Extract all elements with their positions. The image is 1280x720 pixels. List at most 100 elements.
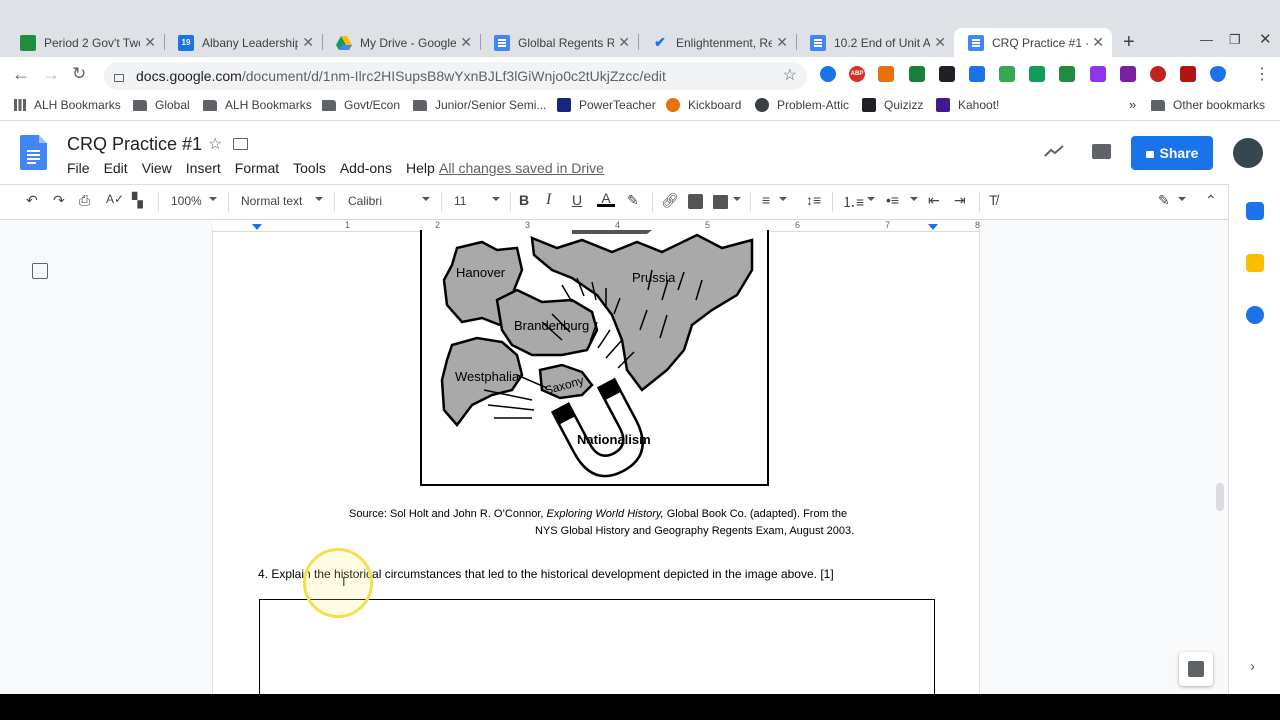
answer-box[interactable] xyxy=(259,599,935,694)
close-icon[interactable]: ✕ xyxy=(934,34,946,51)
menu-format[interactable]: Format xyxy=(235,160,279,176)
extension-icon[interactable] xyxy=(1029,66,1045,82)
outline-icon[interactable] xyxy=(32,263,48,279)
share-button[interactable]: Share xyxy=(1131,136,1213,170)
bookmark-global[interactable]: Global xyxy=(133,98,190,112)
extension-icon[interactable] xyxy=(1150,66,1166,82)
menu-insert[interactable]: Insert xyxy=(186,160,221,176)
comments-icon[interactable] xyxy=(1092,144,1111,159)
bulleted-list-icon[interactable]: •≡ xyxy=(886,192,899,208)
address-bar[interactable]: docs.google.com/document/d/1nm-Ilrc2HISu… xyxy=(104,62,807,90)
spellcheck-icon[interactable]: A✓ xyxy=(106,192,124,206)
extension-icon[interactable] xyxy=(909,66,925,82)
font-select[interactable]: Calibri xyxy=(348,194,382,208)
save-status[interactable]: All changes saved in Drive xyxy=(439,160,604,176)
bookmark-govt-econ[interactable]: Govt/Econ xyxy=(322,98,400,112)
paint-format-icon[interactable]: ▚ xyxy=(132,192,143,209)
avatar[interactable] xyxy=(1233,138,1263,168)
decrease-indent-icon[interactable]: ⇤ xyxy=(928,192,940,209)
qr-code-icon[interactable] xyxy=(939,66,955,82)
move-folder-icon[interactable] xyxy=(233,138,248,150)
font-size-select[interactable]: 11 xyxy=(454,194,466,208)
restore-icon[interactable]: ❐ xyxy=(1229,32,1241,48)
keep-icon[interactable] xyxy=(1246,254,1264,272)
collapse-toolbar-icon[interactable]: ⌃ xyxy=(1205,192,1217,209)
activity-trend-icon[interactable] xyxy=(1044,144,1064,158)
extension-icon[interactable] xyxy=(1090,66,1106,82)
explore-button[interactable] xyxy=(1179,652,1213,686)
extension-icon[interactable] xyxy=(878,66,894,82)
menu-tools[interactable]: Tools xyxy=(293,160,326,176)
underline-button[interactable]: U xyxy=(572,192,582,208)
tab-crq-practice[interactable]: CRQ Practice #1 - G ✕ xyxy=(954,28,1112,57)
insert-image-icon[interactable] xyxy=(713,195,728,209)
text-color-button[interactable]: A xyxy=(597,191,615,207)
undo-icon[interactable]: ↶ xyxy=(26,192,38,209)
tab-my-drive[interactable]: My Drive - Google D ✕ xyxy=(322,28,480,57)
tab-enlightenment[interactable]: ✔ Enlightenment, Rev ✕ xyxy=(638,28,796,57)
extension-icon[interactable] xyxy=(820,66,836,82)
left-indent-marker[interactable] xyxy=(252,224,262,230)
tab-period-2[interactable]: Period 2 Gov't Two ✕ xyxy=(6,28,164,57)
new-tab-button[interactable]: + xyxy=(1123,31,1135,54)
expand-panel-icon[interactable]: › xyxy=(1250,658,1255,675)
back-icon[interactable]: ← xyxy=(12,64,30,85)
link-icon[interactable]: 🔗︎ xyxy=(661,192,679,209)
menu-file[interactable]: File xyxy=(67,160,90,176)
other-bookmarks[interactable]: Other bookmarks xyxy=(1151,98,1265,112)
bold-button[interactable]: B xyxy=(519,192,529,208)
redo-icon[interactable]: ↷ xyxy=(53,192,65,209)
close-window-icon[interactable]: ✕ xyxy=(1259,30,1272,48)
adblock-icon[interactable]: ABP xyxy=(849,66,865,82)
line-spacing-icon[interactable]: ↕≡ xyxy=(806,192,821,208)
extension-icon[interactable] xyxy=(1059,66,1075,82)
extension-icon[interactable] xyxy=(1120,66,1136,82)
print-icon[interactable]: ⎙ xyxy=(79,192,90,209)
extension-icon[interactable] xyxy=(999,66,1015,82)
bookmark-junior-senior[interactable]: Junior/Senior Semi... xyxy=(413,98,546,112)
zoom-select[interactable]: 100% xyxy=(171,194,202,208)
bookmark-apps[interactable]: ALH Bookmarks xyxy=(14,98,121,112)
align-icon[interactable]: ≡ xyxy=(762,192,770,208)
style-select[interactable]: Normal text xyxy=(241,194,302,208)
docs-logo-icon[interactable] xyxy=(20,135,47,170)
bookmark-kickboard[interactable]: Kickboard xyxy=(666,98,741,112)
numbered-list-icon[interactable]: ⒈≡ xyxy=(842,192,864,212)
calendar-icon[interactable] xyxy=(1246,202,1264,220)
tab-albany-leadership[interactable]: 19 Albany Leadership ✕ xyxy=(164,28,322,57)
extension-icon[interactable] xyxy=(969,66,985,82)
italic-button[interactable]: I xyxy=(546,191,551,209)
bookmark-problem-attic[interactable]: Problem-Attic xyxy=(755,98,849,112)
increase-indent-icon[interactable]: ⇥ xyxy=(954,192,966,209)
bookmark-kahoot[interactable]: Kahoot! xyxy=(936,98,999,112)
extension-icon[interactable] xyxy=(1180,66,1196,82)
bookmark-quizizz[interactable]: Quizizz xyxy=(862,98,923,112)
document-title[interactable]: CRQ Practice #1 xyxy=(67,134,202,155)
close-icon[interactable]: ✕ xyxy=(776,34,788,51)
bookmark-powerteacher[interactable]: PowerTeacher xyxy=(557,98,656,112)
close-icon[interactable]: ✕ xyxy=(460,34,472,51)
bookmarks-overflow-button[interactable]: » xyxy=(1129,97,1136,112)
scrollbar-thumb[interactable] xyxy=(1216,483,1224,511)
close-icon[interactable]: ✕ xyxy=(302,34,314,51)
reload-icon[interactable]: ↻ xyxy=(72,64,86,84)
star-icon[interactable]: ☆ xyxy=(208,134,222,154)
bookmark-star-icon[interactable]: ☆ xyxy=(783,65,797,85)
menu-view[interactable]: View xyxy=(142,160,172,176)
menu-addons[interactable]: Add-ons xyxy=(340,160,392,176)
menu-help[interactable]: Help xyxy=(406,160,435,176)
editing-mode-icon[interactable]: ✎ xyxy=(1158,192,1170,209)
close-icon[interactable]: ✕ xyxy=(144,34,156,51)
tab-global-regents[interactable]: Glolbal Regents Rev ✕ xyxy=(480,28,638,57)
close-icon[interactable]: ✕ xyxy=(1092,34,1104,51)
highlight-icon[interactable]: ✎ xyxy=(627,192,639,209)
insert-comment-icon[interactable] xyxy=(688,194,703,209)
menu-edit[interactable]: Edit xyxy=(104,160,128,176)
clear-formatting-icon[interactable]: T̸ xyxy=(989,192,998,208)
right-indent-marker[interactable] xyxy=(928,224,938,230)
tasks-icon[interactable] xyxy=(1246,306,1264,324)
tab-end-of-unit[interactable]: 10.2 End of Unit As ✕ xyxy=(796,28,954,57)
minimize-icon[interactable]: — xyxy=(1200,32,1213,47)
bookmark-alh-folder[interactable]: ALH Bookmarks xyxy=(203,98,312,112)
kebab-menu-icon[interactable]: ⋮ xyxy=(1254,64,1270,84)
